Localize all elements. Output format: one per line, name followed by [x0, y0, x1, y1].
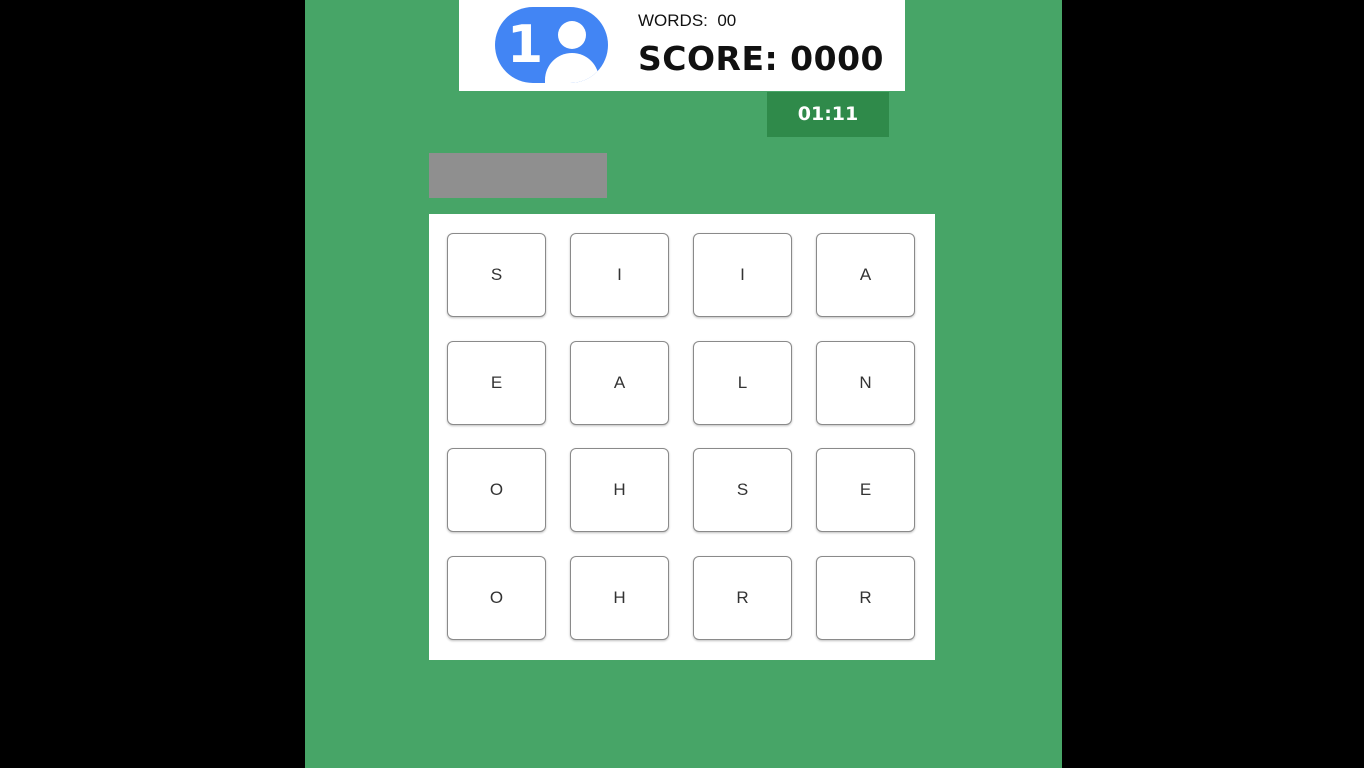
letter-tile[interactable]: S: [447, 233, 546, 317]
letter-tile[interactable]: O: [447, 448, 546, 532]
current-word-display: [429, 153, 607, 198]
score-panel: 1 WORDS: 00 SCORE: 0000: [459, 0, 905, 91]
timer: 01:11: [767, 92, 889, 137]
player-number: 1: [507, 15, 544, 75]
score-value: SCORE: 0000: [638, 39, 885, 78]
words-count: WORDS: 00: [638, 11, 737, 30]
person-body-shape: [545, 53, 599, 83]
letter-tile[interactable]: H: [570, 556, 669, 640]
letter-tile[interactable]: A: [816, 233, 915, 317]
person-head-shape: [558, 21, 586, 49]
letter-tile[interactable]: S: [693, 448, 792, 532]
letter-tile[interactable]: N: [816, 341, 915, 425]
letter-tile[interactable]: E: [816, 448, 915, 532]
letter-tile[interactable]: O: [447, 556, 546, 640]
letter-tile[interactable]: H: [570, 448, 669, 532]
letter-tile[interactable]: A: [570, 341, 669, 425]
letter-tile[interactable]: R: [816, 556, 915, 640]
letter-tile[interactable]: E: [447, 341, 546, 425]
letter-tile[interactable]: R: [693, 556, 792, 640]
letter-board: S I I A E A L N O H S E O H R R: [429, 214, 935, 660]
letter-tile[interactable]: I: [570, 233, 669, 317]
letter-tile[interactable]: I: [693, 233, 792, 317]
letter-tile[interactable]: L: [693, 341, 792, 425]
game-area: 1 WORDS: 00 SCORE: 0000 01:11 S I I A E …: [305, 0, 1062, 768]
player-avatar-icon: 1: [495, 7, 608, 83]
